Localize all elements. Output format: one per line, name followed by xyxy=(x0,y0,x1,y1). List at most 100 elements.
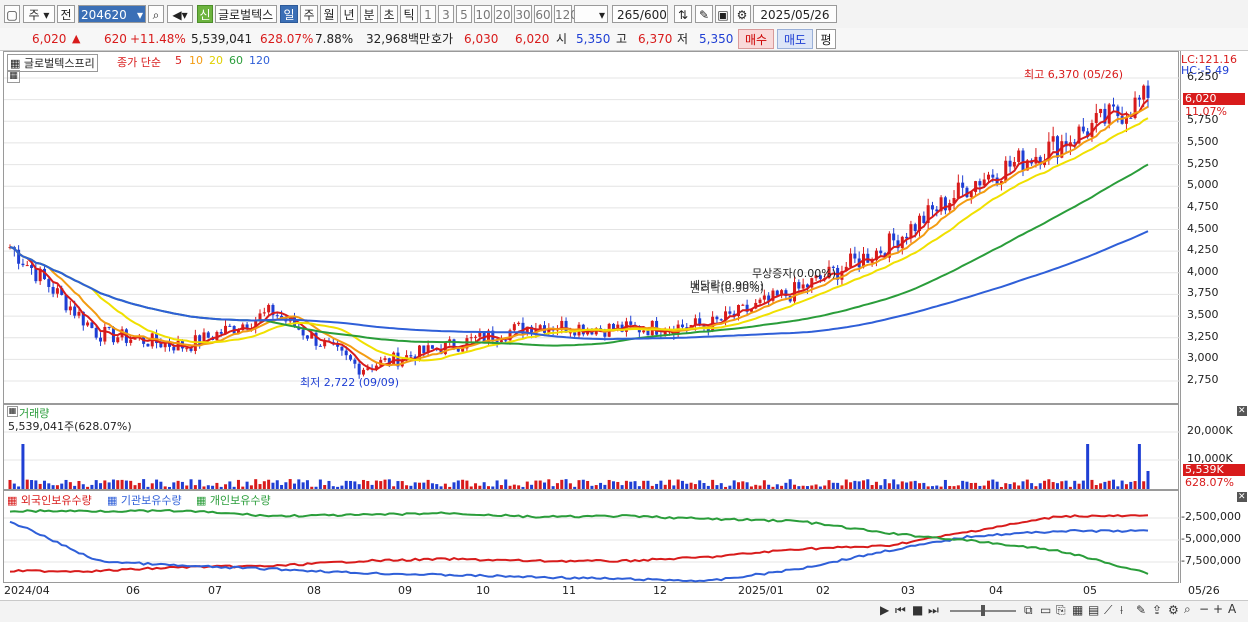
volume-bar xyxy=(366,481,370,489)
magnifier-icon[interactable]: ⌕ xyxy=(1184,602,1191,617)
volume-bar xyxy=(12,483,16,489)
price-y-tick: 5,000 xyxy=(1187,178,1219,192)
date-field[interactable]: 2025/05/26 xyxy=(753,5,837,23)
settings-gear-icon[interactable]: ⚙ xyxy=(733,5,751,23)
zoom-in-icon[interactable]: + xyxy=(1213,602,1223,616)
export-icon[interactable]: ⇪ xyxy=(1152,603,1162,617)
tab-month[interactable]: 월 xyxy=(320,5,338,23)
volume-value: 5,539,041 xyxy=(191,32,253,46)
copy-icon[interactable]: ⎘ xyxy=(1056,603,1066,618)
volume-bar xyxy=(60,483,64,489)
grid-toggle-icon[interactable]: ▦ xyxy=(7,70,20,83)
stock-code-input[interactable]: 204620 ▾ xyxy=(78,5,146,23)
legend-stock-name[interactable]: ▦ 글로벌텍스프리 xyxy=(7,54,98,72)
volume-bar xyxy=(383,479,387,489)
candle-body xyxy=(409,355,413,357)
volume-panel[interactable]: ▦ 거래량 5,539,041주(628.07%) xyxy=(3,404,1180,490)
scroll-right-icon[interactable]: ▶ xyxy=(880,603,889,617)
stock-name-field[interactable]: 글로벌텍스 xyxy=(215,5,277,23)
holdings-panel-close-icon[interactable]: ✕ xyxy=(1237,492,1247,502)
volume-bar xyxy=(198,479,202,489)
table-icon[interactable]: ▤ xyxy=(1088,603,1099,617)
volume-bar xyxy=(814,484,818,489)
prev-button[interactable]: 전 xyxy=(57,5,75,23)
interval-custom-select[interactable]: ▾ xyxy=(574,5,608,23)
volume-bar xyxy=(922,482,926,489)
interval-60[interactable]: 60 xyxy=(534,5,552,23)
interval-10[interactable]: 10 xyxy=(474,5,492,23)
price-y-tick: 2,750 xyxy=(1187,373,1219,386)
tab-year[interactable]: 년 xyxy=(340,5,358,23)
interval-3[interactable]: 3 xyxy=(438,5,454,23)
interval-1[interactable]: 1 xyxy=(420,5,436,23)
ask-price: 6,030 xyxy=(464,32,499,46)
measure-icon[interactable]: ⟊ xyxy=(1120,603,1123,618)
grid-icon[interactable]: ▦ xyxy=(1072,603,1083,617)
volume-bar xyxy=(176,480,180,489)
volume-panel-toggle[interactable]: ▦ xyxy=(7,406,18,417)
search-icon[interactable]: ⌕ xyxy=(148,5,164,23)
volume-bar xyxy=(637,486,641,489)
interval-5[interactable]: 5 xyxy=(456,5,472,23)
volume-panel-close-icon[interactable]: ✕ xyxy=(1237,406,1247,416)
x-label-09: 09 xyxy=(398,584,412,597)
volume-bar xyxy=(167,486,171,489)
save-icon[interactable]: ▣ xyxy=(715,5,731,23)
tab-minute[interactable]: 분 xyxy=(360,5,378,23)
interval-30[interactable]: 30 xyxy=(514,5,532,23)
volume-bar xyxy=(689,482,693,489)
tab-second[interactable]: 초 xyxy=(380,5,398,23)
zoom-slider-handle[interactable] xyxy=(981,605,985,616)
gear-icon[interactable]: ⚙ xyxy=(1168,603,1179,617)
volume-bar xyxy=(275,480,279,489)
period-type-select[interactable]: 주 ▾ xyxy=(23,5,55,23)
volume-bar xyxy=(793,484,797,489)
eval-button[interactable]: 평 xyxy=(816,29,836,49)
draw-tool-icon[interactable]: ✎ xyxy=(695,5,713,23)
pen-icon[interactable]: ✎ xyxy=(1136,603,1146,617)
holdings-panel[interactable]: ▦ 외국인보유수량 ▦ 기관보유수량 ▦ 개인보유수량 xyxy=(3,490,1180,583)
zoom-out-icon[interactable]: − xyxy=(1199,602,1209,616)
volume-bar xyxy=(465,480,469,489)
interval-120[interactable]: 120 xyxy=(554,5,578,23)
window-icon[interactable]: ▢ xyxy=(4,5,20,23)
count-field[interactable]: 265/600 xyxy=(612,5,668,23)
font-size-icon[interactable]: A xyxy=(1228,602,1236,616)
volume-bar xyxy=(840,485,844,489)
volume-bar xyxy=(1051,482,1055,489)
sell-button[interactable]: 매도 xyxy=(777,29,813,49)
speaker-icon[interactable]: ◀▾ xyxy=(167,5,193,23)
rewind-icon[interactable]: ⏮ xyxy=(895,603,906,618)
holdings-line-0 xyxy=(9,514,1149,574)
volume-bar xyxy=(314,486,318,489)
stop-icon[interactable]: ■ xyxy=(912,603,923,617)
volume-bar xyxy=(853,480,857,489)
candle-body xyxy=(1099,108,1103,114)
volume-bar xyxy=(344,480,348,489)
volume-bar xyxy=(1112,479,1116,489)
volume-bar xyxy=(1021,481,1025,489)
volume-bar xyxy=(952,486,956,489)
candle-body xyxy=(922,215,926,223)
fast-forward-icon[interactable]: ⏭ xyxy=(928,603,939,618)
volume-bar xyxy=(439,486,443,489)
volume-bar xyxy=(883,479,887,489)
interval-20[interactable]: 20 xyxy=(494,5,512,23)
candle-body xyxy=(146,343,150,347)
volume-bar xyxy=(327,480,331,489)
price-y-tick: 3,500 xyxy=(1187,308,1219,322)
buy-button[interactable]: 매수 xyxy=(738,29,774,49)
tab-tick[interactable]: 틱 xyxy=(400,5,418,23)
layout-icon[interactable]: ▭ xyxy=(1040,603,1051,617)
candle-body xyxy=(68,306,72,311)
new-badge: 신 xyxy=(197,5,213,23)
window-tile-icon[interactable]: ⧉ xyxy=(1024,603,1033,618)
tab-day[interactable]: 일 xyxy=(280,5,298,23)
price-chart-panel[interactable]: ▦ 글로벌텍스프리 종가 단순 5 10 20 60 120 ▦ 최고 6,37… xyxy=(3,51,1180,404)
volume-bar xyxy=(1038,483,1042,489)
candle-body xyxy=(353,359,357,364)
line-tool-icon[interactable]: ⟋ xyxy=(1104,603,1112,618)
tab-week[interactable]: 주 xyxy=(300,5,318,23)
chart-type-icon[interactable]: ⇅ xyxy=(674,5,692,23)
price-y-tick: 4,250 xyxy=(1187,243,1219,257)
